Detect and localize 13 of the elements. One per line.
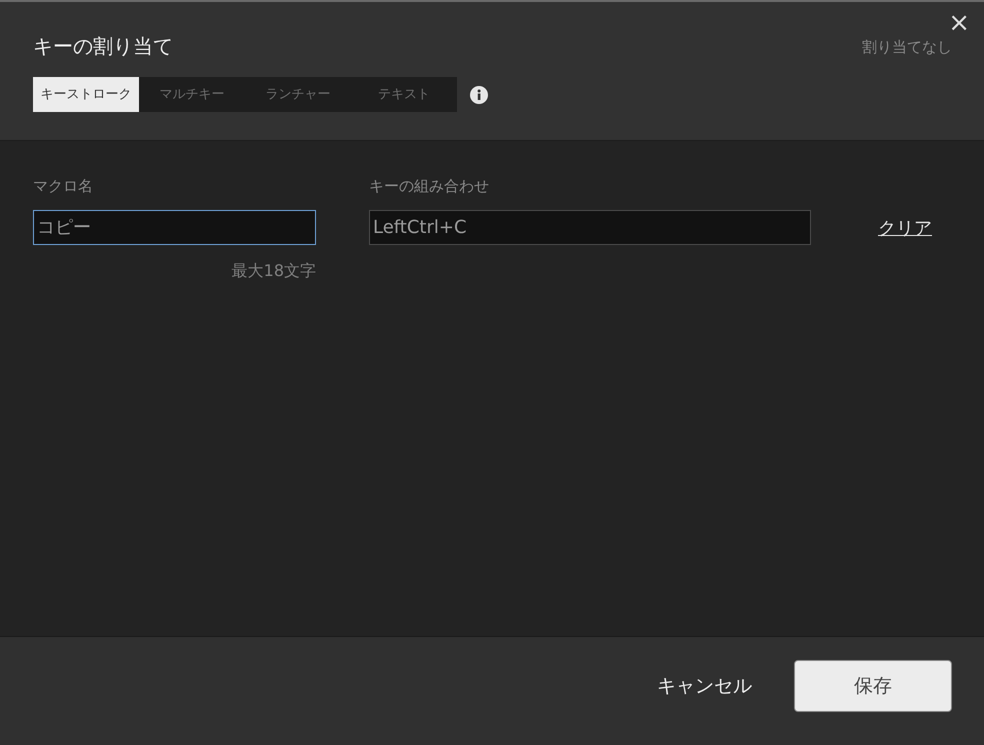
cancel-button[interactable]: キャンセル [651, 670, 758, 702]
info-icon[interactable] [470, 86, 488, 104]
dialog-title: キーの割り当て [33, 33, 173, 60]
field-label: マクロ名 [33, 176, 94, 197]
field-label: キーの組み合わせ [369, 176, 490, 197]
input-field[interactable]: LeftCtrl+C [369, 210, 811, 244]
close-button[interactable]: × [944, 10, 974, 36]
tab[interactable]: キーストローク [33, 77, 139, 112]
clear-link[interactable]: クリア [878, 215, 932, 636]
save-button[interactable]: 保存 [794, 660, 952, 712]
input-field[interactable]: コピー [33, 210, 316, 244]
hint-text: 最大18文字 [230, 260, 316, 282]
assignment-status: 割り当てなし [862, 37, 952, 58]
